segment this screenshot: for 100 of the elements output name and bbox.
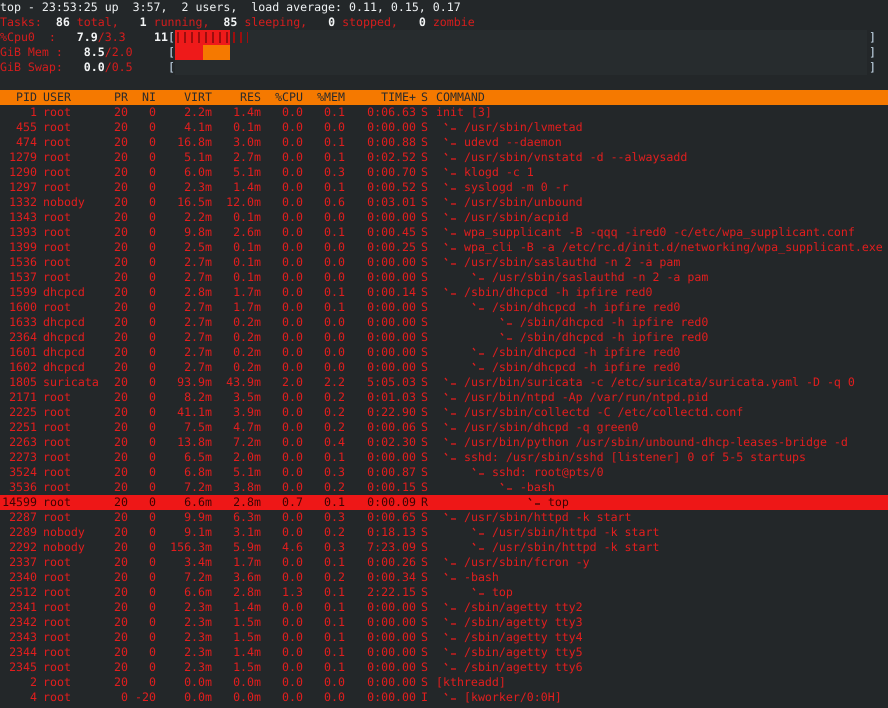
mem-cell-text: 0.1 bbox=[323, 180, 345, 195]
process-row[interactable]: 1600 root 20 0 2.7m 1.7m 0.0 0.1 0:00.00 S /sbin/dhcpcd -h ipfire red0 bbox=[0, 300, 888, 315]
state-cell-text: S bbox=[420, 165, 429, 180]
process-row[interactable]: 2512 root 20 0 6.6m 2.8m 1.3 0.1 2:22.15 S top bbox=[0, 585, 888, 600]
cpu-cell-text: 2.0 bbox=[281, 375, 303, 390]
virt-cell-text: 2.7m bbox=[183, 300, 212, 315]
process-row[interactable]: 2344 root 20 0 2.3m 1.4m 0.0 0.1 0:00.00 S /sbin/agetty tty5 bbox=[0, 645, 888, 660]
state-cell-text: S bbox=[420, 150, 429, 165]
process-row[interactable]: 2342 root 20 0 2.3m 1.5m 0.0 0.1 0:00.00 S /sbin/agetty tty3 bbox=[0, 615, 888, 630]
virt-cell-text: 2.7m bbox=[183, 345, 212, 360]
time-cell-text: 0:00.00 bbox=[366, 675, 416, 690]
process-row[interactable]: 3524 root 20 0 6.8m 5.1m 0.0 0.3 0:00.87 S sshd: root@pts/0 bbox=[0, 465, 888, 480]
virt-cell-text: 3.4m bbox=[183, 555, 212, 570]
process-row[interactable]: 2 root 20 0 0.0m 0.0m 0.0 0.0 0:00.00 S [kthreadd] bbox=[0, 675, 888, 690]
process-row[interactable]: 2225 root 20 0 41.1m 3.9m 0.0 0.2 0:22.90 S /usr/sbin/collectd -C /etc/collectd.conf bbox=[0, 405, 888, 420]
process-row[interactable]: 2251 root 20 0 7.5m 4.7m 0.0 0.2 0:00.06 S /usr/sbin/dhcpd -q green0 bbox=[0, 420, 888, 435]
pid-cell-text: 2289 bbox=[8, 525, 37, 540]
time-cell-text: 0:00.00 bbox=[366, 345, 416, 360]
process-row[interactable]: 2289 nobody 20 0 9.1m 3.1m 0.0 0.2 0:18.13 S /usr/sbin/httpd -k start bbox=[0, 525, 888, 540]
process-row[interactable]: 2337 root 20 0 3.4m 1.7m 0.0 0.1 0:00.26 S /usr/sbin/fcron -y bbox=[0, 555, 888, 570]
cpu-cell-text: 0.0 bbox=[281, 270, 303, 285]
process-row[interactable]: 3536 root 20 0 7.2m 3.8m 0.0 0.2 0:00.15 S -bash bbox=[0, 480, 888, 495]
time-cell-text: 0:00.87 bbox=[366, 465, 416, 480]
nice-cell-text: 0 bbox=[148, 210, 156, 225]
nice-cell-text: 0 bbox=[148, 300, 156, 315]
nice-cell-text: 0 bbox=[148, 270, 156, 285]
res-cell-text: 3.1m bbox=[232, 525, 261, 540]
process-row[interactable]: 1602 dhcpcd 20 0 2.7m 0.2m 0.0 0.0 0:00.00 S /sbin/dhcpcd -h ipfire red0 bbox=[0, 360, 888, 375]
nice-cell-text: 0 bbox=[148, 240, 156, 255]
user-cell-text: root bbox=[42, 300, 72, 315]
process-row[interactable]: 1297 root 20 0 2.3m 1.4m 0.0 0.1 0:00.52 S syslogd -m 0 -r bbox=[0, 180, 888, 195]
pid-cell-text: 2292 bbox=[8, 540, 37, 555]
column-header[interactable]: %MEM bbox=[303, 90, 345, 105]
virt-cell-text: 2.7m bbox=[183, 255, 212, 270]
process-row[interactable]: 1633 dhcpcd 20 0 2.7m 0.2m 0.0 0.0 0:00.00 S /sbin/dhcpcd -h ipfire red0 bbox=[0, 315, 888, 330]
column-header[interactable]: USER bbox=[37, 90, 101, 105]
nice-cell-text: 0 bbox=[148, 315, 156, 330]
process-row[interactable]: 2340 root 20 0 7.2m 3.6m 0.0 0.2 0:00.34 S -bash bbox=[0, 570, 888, 585]
column-header[interactable]: PR bbox=[101, 90, 128, 105]
process-row[interactable]: 474 root 20 0 16.8m 3.0m 0.0 0.1 0:00.88 S udevd --daemon bbox=[0, 135, 888, 150]
time-cell-text: 0:00.00 bbox=[366, 270, 416, 285]
process-row[interactable]: 2341 root 20 0 2.3m 1.4m 0.0 0.1 0:00.00 S /sbin/agetty tty2 bbox=[0, 600, 888, 615]
user-cell-text: dhcpcd bbox=[42, 360, 86, 375]
process-row[interactable]: 1290 root 20 0 6.0m 5.1m 0.0 0.3 0:00.70 S klogd -c 1 bbox=[0, 165, 888, 180]
column-header[interactable]: TIME+ bbox=[345, 90, 416, 105]
process-row[interactable]: 1279 root 20 0 5.1m 2.7m 0.0 0.1 0:02.52 S /usr/sbin/vnstatd -d --alwaysadd bbox=[0, 150, 888, 165]
process-row[interactable]: 1 root 20 0 2.2m 1.4m 0.0 0.1 0:06.63 S init [3] bbox=[0, 105, 888, 120]
column-header[interactable]: VIRT bbox=[156, 90, 212, 105]
user-cell-text: nobody bbox=[42, 195, 86, 210]
process-row[interactable]: 1601 dhcpcd 20 0 2.7m 0.2m 0.0 0.0 0:00.00 S /sbin/dhcpcd -h ipfire red0 bbox=[0, 345, 888, 360]
process-row[interactable]: 2287 root 20 0 9.9m 6.3m 0.0 0.3 0:00.65 S /usr/sbin/httpd -k start bbox=[0, 510, 888, 525]
user-cell-text: root bbox=[42, 120, 72, 135]
process-row[interactable]: 1332 nobody 20 0 16.5m 12.0m 0.0 0.6 0:03.01 S /usr/sbin/unbound bbox=[0, 195, 888, 210]
command-cell: init [3] bbox=[436, 105, 492, 120]
process-row[interactable]: 1399 root 20 0 2.5m 0.1m 0.0 0.0 0:00.25 S wpa_cli -B -a /etc/rc.d/init.d/networking/wpa_supplicant.exe bbox=[0, 240, 888, 255]
column-header[interactable]: RES bbox=[212, 90, 261, 105]
mem-cell-text: 0.4 bbox=[323, 435, 345, 450]
process-row[interactable]: 2273 root 20 0 6.5m 2.0m 0.0 0.1 0:00.00 S sshd: /usr/sbin/sshd [listener] 0 of 5-5 startups bbox=[0, 450, 888, 465]
time-cell-text: 0:00.00 bbox=[366, 210, 416, 225]
priority-cell-text: 20 bbox=[113, 390, 128, 405]
cpu-cell-text: 0.0 bbox=[281, 285, 303, 300]
user-cell-text: root bbox=[42, 405, 72, 420]
process-row[interactable]: 1805 suricata 20 0 93.9m 43.9m 2.0 2.2 5:05.03 S /usr/bin/suricata -c /etc/suricata/suricata.yaml -D -q 0 bbox=[0, 375, 888, 390]
state-cell-text: S bbox=[420, 330, 429, 345]
process-row[interactable]: 1343 root 20 0 2.2m 0.1m 0.0 0.0 0:00.00 S /usr/sbin/acpid bbox=[0, 210, 888, 225]
cpu-cell-text: 0.0 bbox=[281, 360, 303, 375]
res-cell-text: 0.2m bbox=[232, 360, 261, 375]
column-header[interactable]: S bbox=[416, 90, 434, 105]
process-row[interactable]: 2343 root 20 0 2.3m 1.5m 0.0 0.1 0:00.00 S /sbin/agetty tty4 bbox=[0, 630, 888, 645]
process-row[interactable]: 1393 root 20 0 9.8m 2.6m 0.0 0.1 0:00.45 S wpa_supplicant -B -qqq -ired0 -c/etc/wpa_supplicant.conf bbox=[0, 225, 888, 240]
process-row[interactable]: 2263 root 20 0 13.8m 7.2m 0.0 0.4 0:02.30 S /usr/bin/python /usr/sbin/unbound-dhcp-leases-bridge -d bbox=[0, 435, 888, 450]
state-cell-text: S bbox=[420, 180, 429, 195]
res-cell-text: 0.2m bbox=[232, 315, 261, 330]
process-row[interactable]: 455 root 20 0 4.1m 0.1m 0.0 0.0 0:00.00 S /usr/sbin/lvmetad bbox=[0, 120, 888, 135]
virt-cell-text: 8.2m bbox=[183, 390, 212, 405]
user-cell-text: root bbox=[42, 645, 72, 660]
process-row[interactable]: 2292 nobody 20 0 156.3m 5.9m 4.6 0.3 7:23.09 S /usr/sbin/httpd -k start bbox=[0, 540, 888, 555]
time-cell-text: 0:00.45 bbox=[366, 225, 416, 240]
process-row[interactable]: 1536 root 20 0 2.7m 0.1m 0.0 0.0 0:00.00 S /usr/sbin/saslauthd -n 2 -a pam bbox=[0, 255, 888, 270]
process-row[interactable]: 2345 root 20 0 2.3m 1.5m 0.0 0.1 0:00.00 S /sbin/agetty tty6 bbox=[0, 660, 888, 675]
state-cell-text: S bbox=[420, 285, 429, 300]
process-row[interactable]: 2171 root 20 0 8.2m 3.5m 0.0 0.2 0:01.03 S /usr/bin/ntpd -Ap /var/run/ntpd.pid bbox=[0, 390, 888, 405]
column-header[interactable]: PID bbox=[0, 90, 37, 105]
cpu-cell-text: 0.0 bbox=[281, 510, 303, 525]
virt-cell-text: 2.7m bbox=[183, 270, 212, 285]
priority-cell-text: 20 bbox=[113, 225, 128, 240]
column-header[interactable]: NI bbox=[128, 90, 156, 105]
process-row[interactable]: 1599 dhcpcd 20 0 2.8m 1.7m 0.0 0.1 0:00.14 S /sbin/dhcpcd -h ipfire red0 bbox=[0, 285, 888, 300]
user-cell-text: root bbox=[42, 585, 72, 600]
time-cell-text: 0:22.90 bbox=[366, 405, 416, 420]
column-header[interactable]: %CPU bbox=[261, 90, 303, 105]
command-cell: /sbin/agetty tty3 bbox=[464, 615, 583, 630]
process-row[interactable]: 4 root 0 -20 0.0m 0.0m 0.0 0.0 0:00.00 I [kworker/0:0H] bbox=[0, 690, 888, 705]
column-header[interactable]: COMMAND bbox=[434, 90, 888, 105]
state-cell-text: S bbox=[420, 120, 429, 135]
virt-cell-text: 156.3m bbox=[169, 540, 212, 555]
virt-cell-text: 9.1m bbox=[183, 525, 212, 540]
process-row[interactable]: 14599 root 20 0 6.6m 2.8m 0.7 0.1 0:00.09 R top bbox=[0, 495, 888, 510]
process-row[interactable]: 2364 dhcpcd 20 0 2.7m 0.2m 0.0 0.0 0:00.00 S /sbin/dhcpcd -h ipfire red0 bbox=[0, 330, 888, 345]
process-row[interactable]: 1537 root 20 0 2.7m 0.1m 0.0 0.0 0:00.00 S /usr/sbin/saslauthd -n 2 -a pam bbox=[0, 270, 888, 285]
